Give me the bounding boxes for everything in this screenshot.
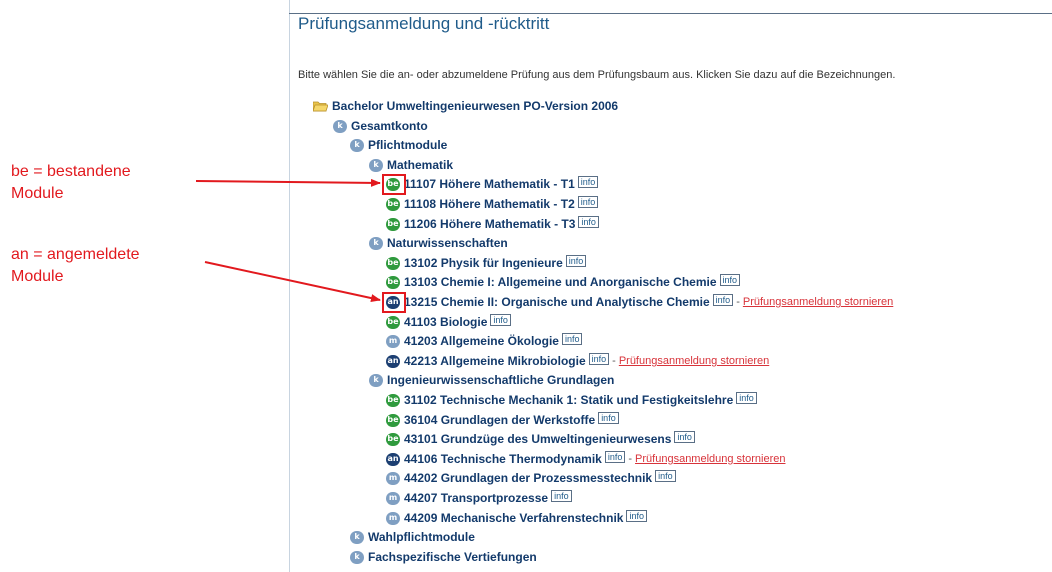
highlight-box-be [382,174,406,195]
highlight-box-an [382,292,406,313]
arrow-an [204,261,381,302]
annotation-overlay [195,174,406,313]
arrow-be [195,178,381,187]
